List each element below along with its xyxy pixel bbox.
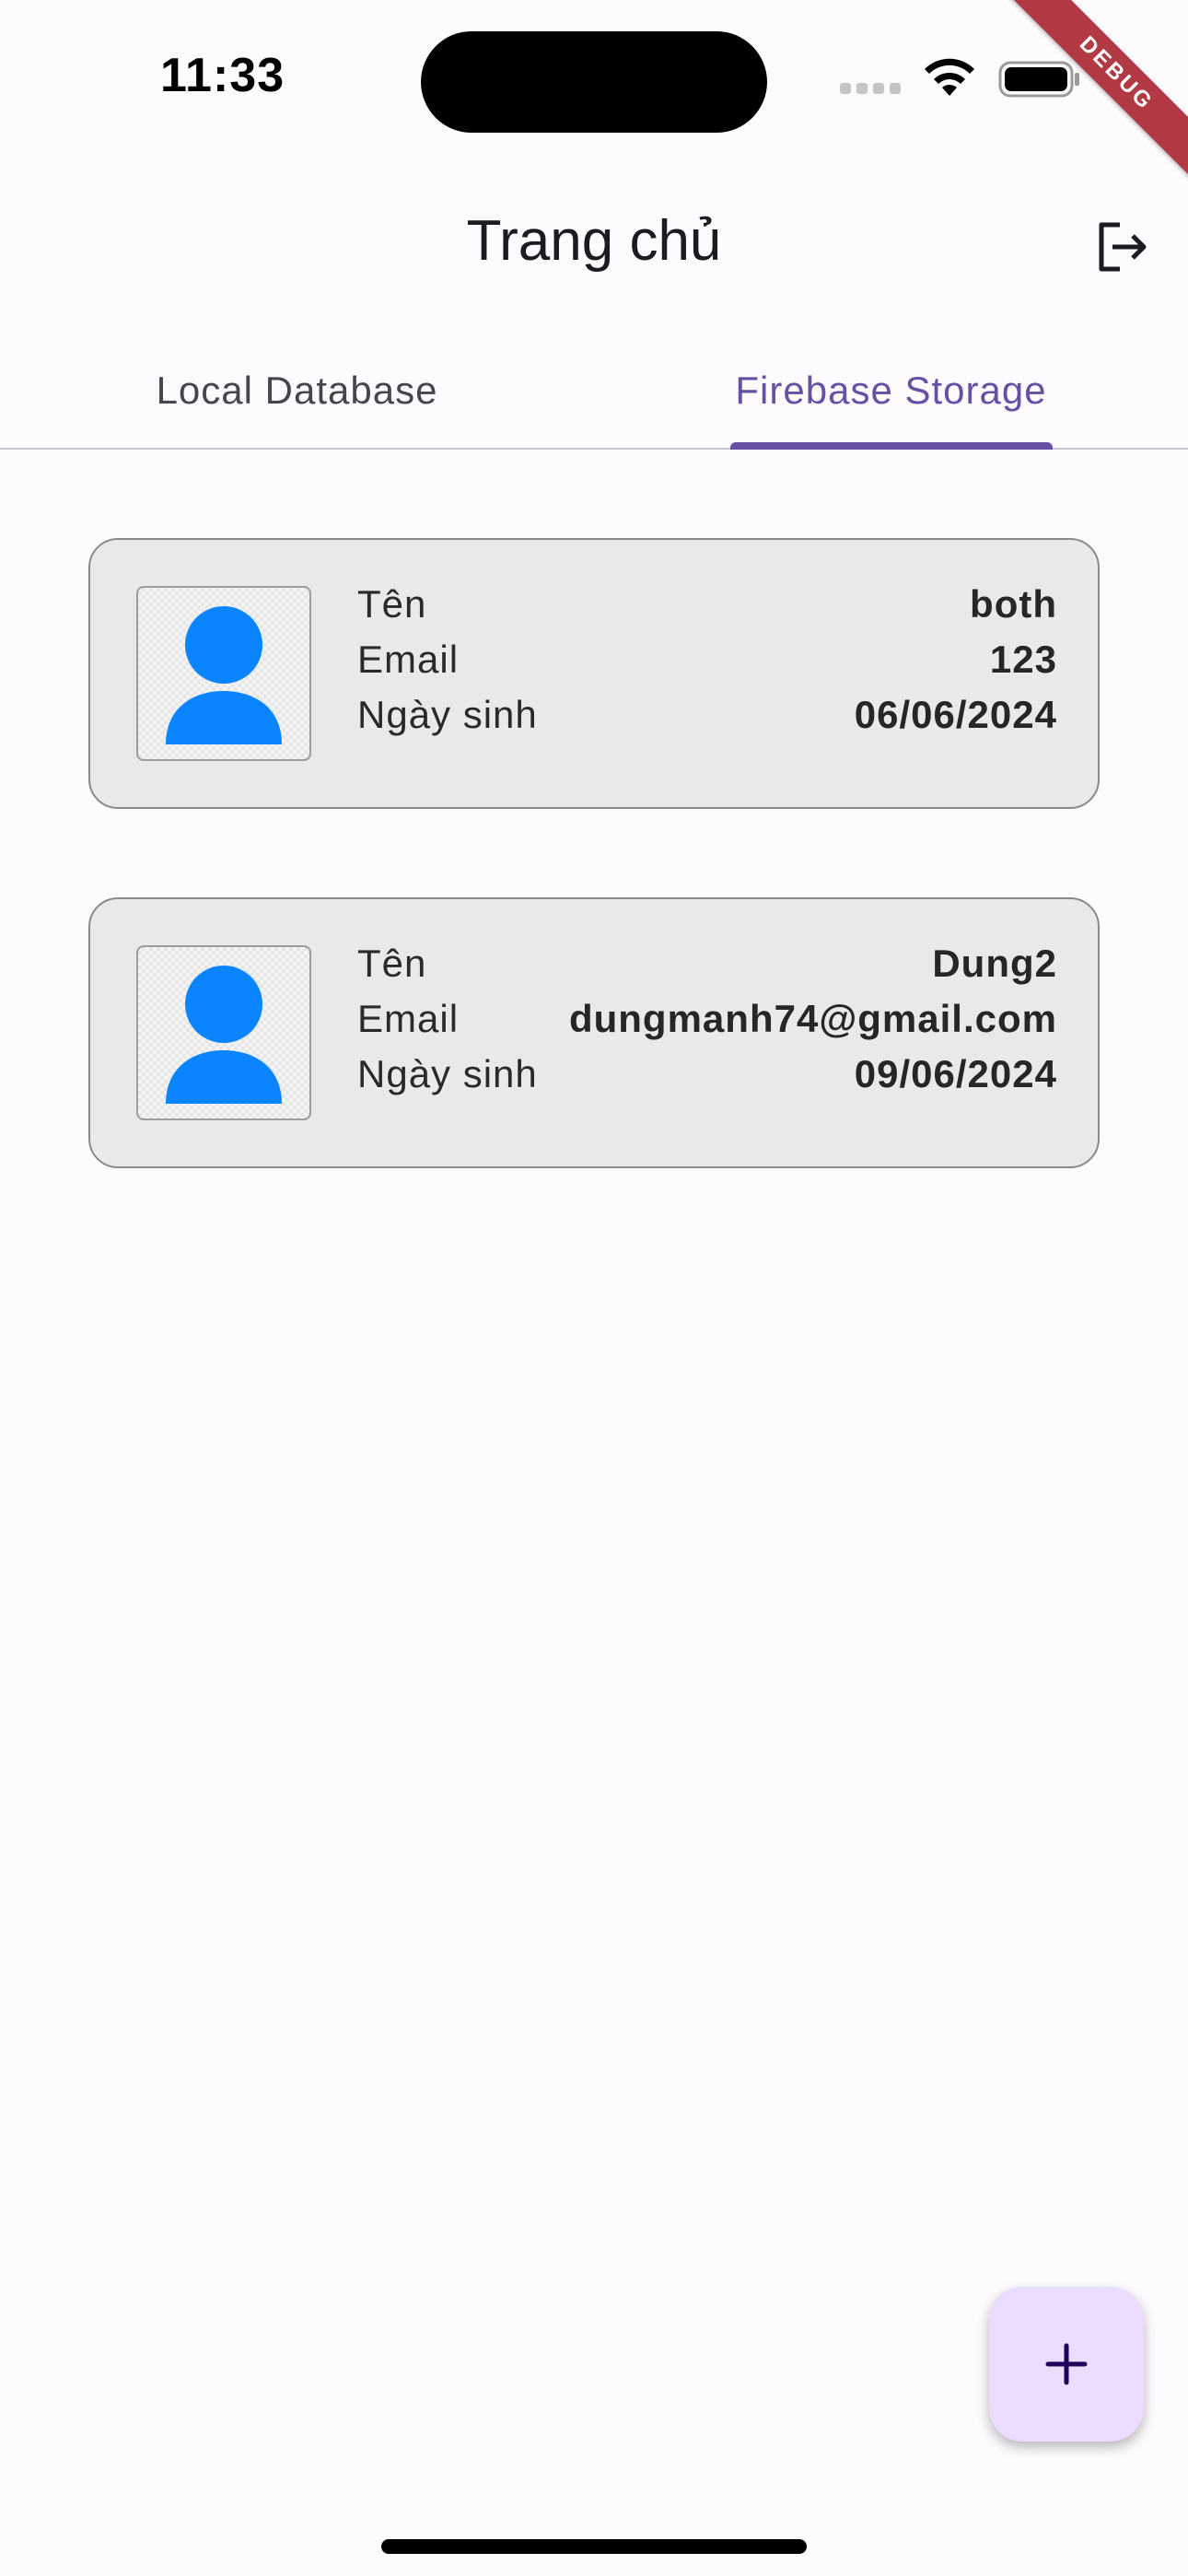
email-label: Email — [357, 638, 460, 681]
birthday-row: Ngày sinh 06/06/2024 — [357, 687, 1057, 743]
wifi-icon — [925, 58, 974, 96]
user-card[interactable]: Tên Dung2 Email dungmanh74@gmail.com Ngà… — [88, 897, 1100, 1168]
birthday-label: Ngày sinh — [357, 693, 538, 736]
add-user-button[interactable] — [989, 2287, 1144, 2441]
email-row: Email 123 — [357, 632, 1057, 687]
dynamic-island — [421, 31, 767, 133]
birthday-value: 06/06/2024 — [854, 693, 1057, 736]
tab-local-database[interactable]: Local Database — [0, 332, 594, 450]
name-label: Tên — [357, 942, 427, 985]
app-bar: Trang chủ — [0, 184, 1188, 304]
person-avatar-icon — [166, 966, 282, 1104]
birthday-value: 09/06/2024 — [854, 1052, 1057, 1095]
tab-bar: Local Database Firebase Storage — [0, 332, 1188, 450]
name-row: Tên Dung2 — [357, 936, 1057, 991]
user-list: Tên both Email 123 Ngày sinh 06/06/2024 … — [88, 538, 1100, 1257]
cellular-signal-icon — [840, 79, 904, 98]
person-avatar-icon — [166, 606, 282, 744]
name-row: Tên both — [357, 577, 1057, 632]
avatar — [136, 586, 311, 761]
home-indicator[interactable] — [381, 2539, 807, 2554]
name-label: Tên — [357, 582, 427, 626]
email-value: dungmanh74@gmail.com — [568, 997, 1057, 1040]
plus-icon — [1045, 2343, 1088, 2385]
email-label: Email — [357, 997, 460, 1040]
birthday-label: Ngày sinh — [357, 1052, 538, 1095]
email-value: 123 — [989, 638, 1057, 681]
logout-button[interactable] — [1083, 208, 1160, 286]
home-screen: 11:33 DEBUG Trang chủ Local Database Fir… — [0, 0, 1188, 2576]
avatar — [136, 945, 311, 1120]
status-time: 11:33 — [160, 49, 285, 102]
tab-firebase-storage[interactable]: Firebase Storage — [594, 332, 1188, 450]
tab-indicator — [730, 442, 1053, 450]
user-card[interactable]: Tên both Email 123 Ngày sinh 06/06/2024 — [88, 538, 1100, 809]
battery-icon — [998, 61, 1079, 98]
status-bar: 11:33 — [0, 0, 1188, 147]
logout-icon — [1099, 222, 1147, 272]
name-value: both — [970, 582, 1057, 626]
page-title: Trang chủ — [466, 209, 722, 273]
email-row: Email dungmanh74@gmail.com — [357, 991, 1057, 1047]
birthday-row: Ngày sinh 09/06/2024 — [357, 1047, 1057, 1102]
name-value: Dung2 — [932, 942, 1057, 985]
